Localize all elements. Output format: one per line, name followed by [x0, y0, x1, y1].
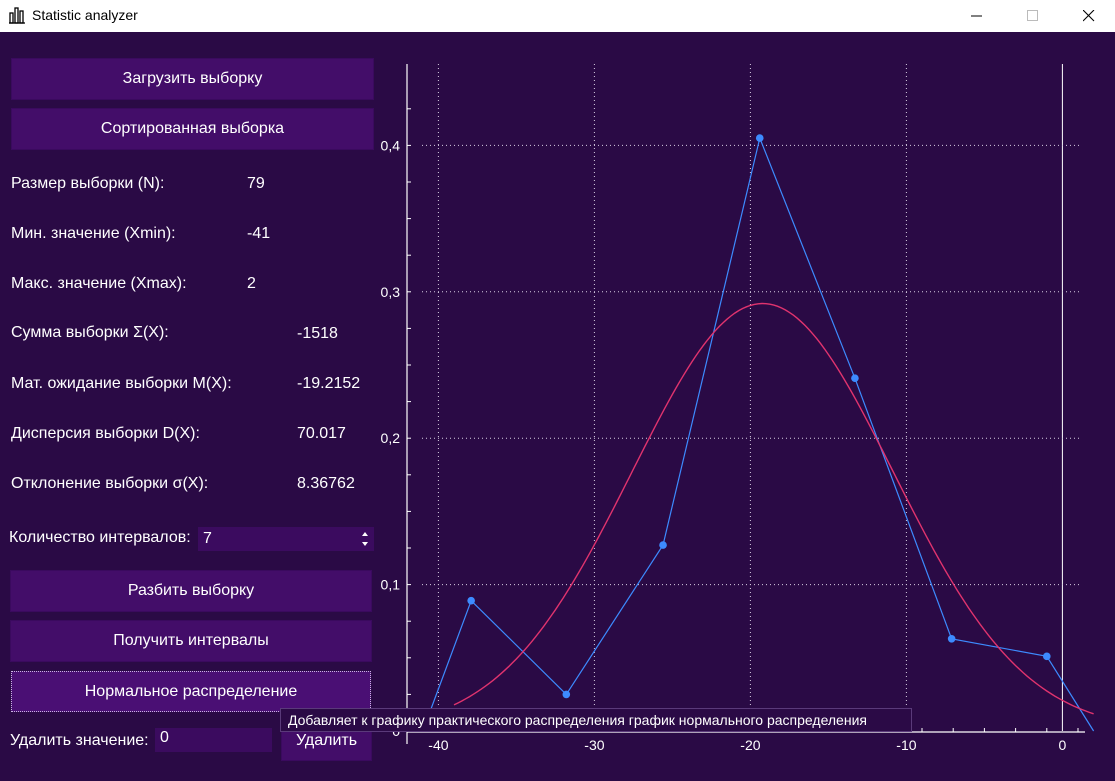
normal-distribution-button[interactable]: Нормальное распределение [11, 671, 371, 712]
intervals-value: 7 [203, 530, 212, 547]
sum-value: -1518 [297, 325, 338, 342]
data-point [659, 541, 667, 549]
variance-value: 70.017 [297, 425, 346, 442]
intervals-label: Количество интервалов: [9, 529, 191, 546]
min-value-label: Мин. значение (Xmin): [11, 225, 176, 242]
delete-value-label: Удалить значение: [10, 732, 149, 749]
minimize-icon [971, 15, 982, 17]
tooltip: Добавляет к графику практического распре… [280, 708, 912, 732]
delete-value-input[interactable]: 0 [155, 728, 272, 752]
y-tick-label: 0,4 [381, 137, 401, 153]
y-tick-label: 0,3 [381, 284, 401, 300]
intervals-spinbox[interactable]: 7 [198, 527, 374, 551]
data-point [947, 634, 956, 643]
min-value-value: -41 [247, 225, 271, 242]
y-tick-label: 0,1 [381, 577, 401, 593]
title-bar: Statistic analyzer [0, 0, 1115, 32]
data-point [851, 374, 859, 382]
x-tick-label: -10 [896, 737, 916, 753]
x-tick-label: -30 [584, 737, 604, 753]
close-icon [1083, 10, 1095, 22]
y-tick-label: 0,2 [381, 430, 401, 446]
max-value-value: 2 [247, 275, 256, 292]
data-point [755, 134, 764, 142]
data-point [1043, 652, 1051, 661]
get-intervals-button[interactable]: Получить интервалы [10, 620, 372, 662]
variance-label: Дисперсия выборки D(X): [11, 425, 200, 442]
mean-value: -19.2152 [297, 375, 361, 392]
x-tick-label: -20 [740, 737, 760, 753]
max-value-label: Макс. значение (Xmax): [11, 275, 187, 292]
close-button[interactable] [1066, 0, 1112, 32]
window-title: Statistic analyzer [32, 7, 138, 23]
sum-label: Сумма выборки Σ(X): [11, 324, 169, 341]
load-sample-button[interactable]: Загрузить выборку [11, 58, 374, 100]
x-tick-label: -40 [428, 737, 448, 753]
deviation-value: 8.36762 [297, 475, 355, 492]
mean-label: Мат. ожидание выборки M(X): [11, 375, 232, 392]
deviation-label: Отклонение выборки σ(X): [11, 475, 209, 492]
minimize-button[interactable] [954, 0, 1000, 32]
delete-value-text: 0 [160, 729, 169, 746]
maximize-icon [1027, 10, 1038, 21]
x-tick-label: 0 [1059, 737, 1067, 753]
practical-distribution-line [422, 136, 1095, 732]
sample-size-value: 79 [247, 175, 265, 192]
data-point [562, 690, 571, 699]
main-area: Загрузить выборку Сортированная выборка … [0, 32, 1115, 781]
bar-chart-icon [9, 7, 25, 24]
distribution-chart: -40-30-20-10000,10,20,30,4 [381, 64, 1095, 753]
spin-arrows-icon[interactable] [359, 529, 371, 549]
maximize-button[interactable] [1010, 0, 1056, 32]
split-sample-button[interactable]: Разбить выборку [10, 570, 372, 612]
sample-size-label: Размер выборки (N): [11, 175, 165, 192]
normal-distribution-curve [453, 302, 1094, 715]
sorted-sample-button[interactable]: Сортированная выборка [11, 108, 374, 150]
data-point [467, 596, 475, 605]
